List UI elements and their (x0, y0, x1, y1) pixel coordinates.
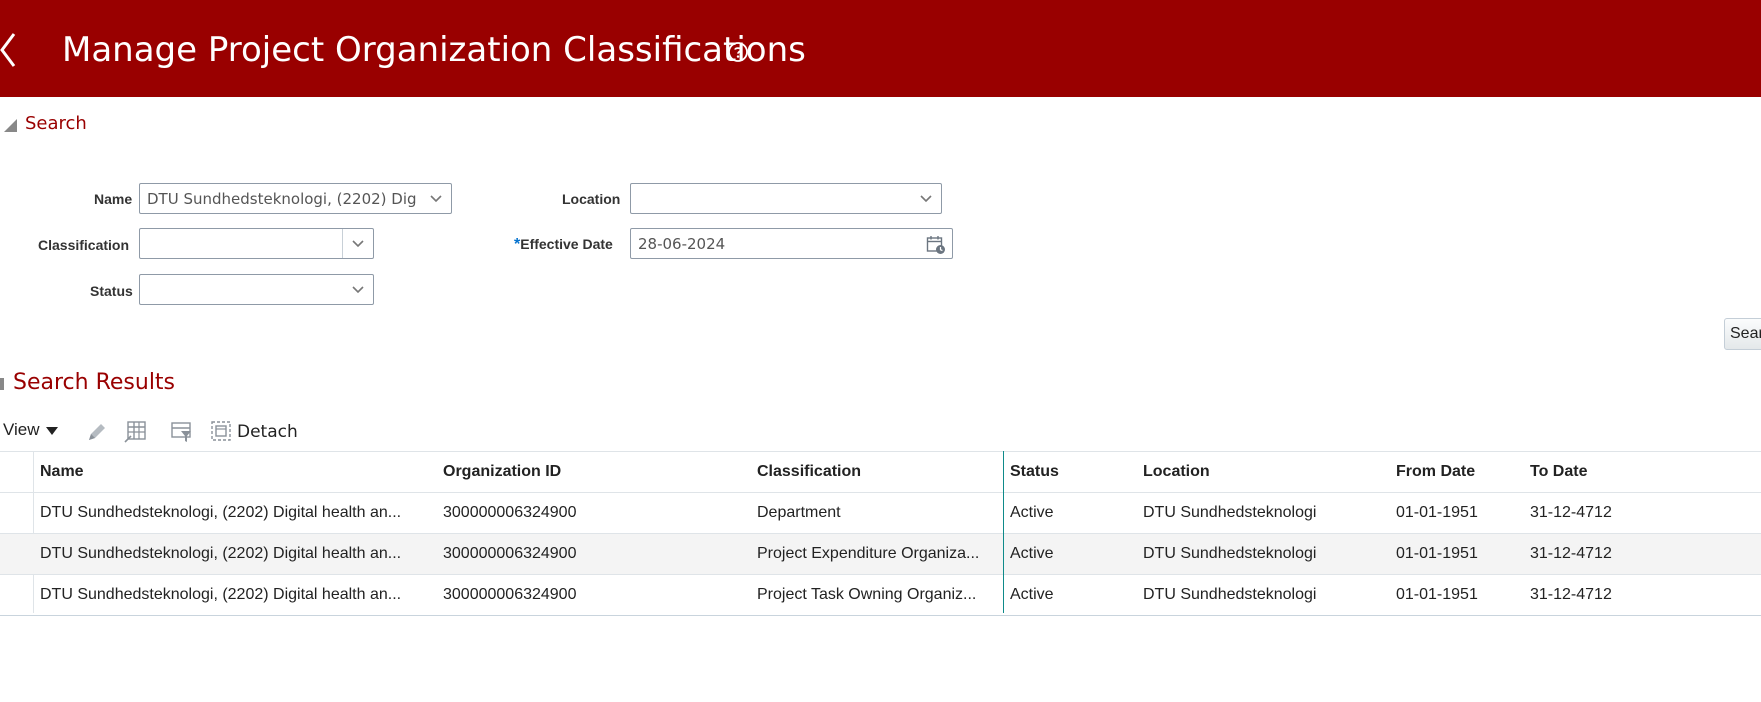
name-field-value: DTU Sundhedsteknologi, (2202) Digi (147, 190, 417, 208)
classification-label: Classification (38, 237, 130, 253)
collapse-triangle-icon (4, 119, 17, 132)
location-field[interactable] (630, 183, 942, 214)
cell-from-date: 01-01-1951 (1396, 504, 1478, 521)
classification-field[interactable] (139, 228, 374, 259)
calendar-icon[interactable] (926, 235, 946, 255)
cell-organization-id: 300000006324900 (443, 586, 577, 603)
cell-name: DTU Sundhedsteknologi, (2202) Digital he… (40, 504, 402, 521)
cell-classification: Project Task Owning Organiz... (757, 586, 977, 603)
column-header-from-date[interactable]: From Date (1396, 463, 1475, 481)
frozen-column-divider (1003, 451, 1004, 613)
chevron-down-icon[interactable] (351, 238, 365, 250)
status-label: Status (90, 283, 133, 299)
view-menu[interactable]: View (3, 420, 58, 440)
grid-border (0, 615, 1761, 616)
detach-icon (211, 421, 231, 441)
detach-label: Detach (237, 422, 298, 442)
cell-to-date: 31-12-4712 (1530, 586, 1612, 603)
edit-icon[interactable] (85, 420, 109, 444)
column-header-name[interactable]: Name (40, 463, 84, 481)
chevron-down-icon[interactable] (351, 284, 365, 296)
cell-classification: Department (757, 504, 841, 521)
table-row[interactable]: DTU Sundhedsteknologi, (2202) Digital he… (0, 534, 1761, 574)
results-table: Name Organization ID Classification Stat… (0, 451, 1761, 616)
cell-location: DTU Sundhedsteknologi (1143, 504, 1317, 521)
column-header-to-date[interactable]: To Date (1530, 463, 1587, 481)
page-title: Manage Project Organization Classificati… (62, 30, 806, 70)
cell-to-date: 31-12-4712 (1530, 504, 1612, 521)
field-divider (342, 229, 343, 258)
column-header-status[interactable]: Status (1010, 463, 1059, 481)
collapse-triangle-icon (0, 378, 4, 390)
name-label: Name (94, 191, 133, 207)
effective-date-field[interactable]: 28-06-2024 (630, 228, 953, 259)
cell-organization-id: 300000006324900 (443, 504, 577, 521)
table-row[interactable]: DTU Sundhedsteknologi, (2202) Digital he… (0, 493, 1761, 533)
column-header-location[interactable]: Location (1143, 463, 1210, 481)
cell-status: Active (1010, 586, 1054, 603)
effective-date-label: *Effective Date (514, 236, 613, 254)
cell-name: DTU Sundhedsteknologi, (2202) Digital he… (40, 586, 402, 603)
column-header-organization-id[interactable]: Organization ID (443, 463, 561, 481)
query-by-example-icon[interactable] (170, 420, 194, 444)
name-field[interactable]: DTU Sundhedsteknologi, (2202) Digi (139, 183, 452, 214)
freeze-columns-icon[interactable] (123, 420, 147, 444)
page-header: Manage Project Organization Classificati… (0, 0, 1761, 97)
chevron-down-icon[interactable] (919, 193, 933, 205)
cell-classification: Project Expenditure Organiza... (757, 545, 980, 562)
effective-date-label-text: Effective Date (520, 236, 613, 252)
status-field[interactable] (139, 274, 374, 305)
location-label: Location (562, 191, 621, 207)
cell-location: DTU Sundhedsteknologi (1143, 545, 1317, 562)
view-menu-label: View (3, 420, 40, 439)
grid-border (0, 451, 1761, 452)
cell-location: DTU Sundhedsteknologi (1143, 586, 1317, 603)
cell-name: DTU Sundhedsteknologi, (2202) Digital he… (40, 545, 402, 562)
cell-from-date: 01-01-1951 (1396, 586, 1478, 603)
cell-status: Active (1010, 504, 1054, 521)
search-results-label: Search Results (13, 370, 176, 395)
results-toolbar: View Detach (0, 418, 400, 446)
cell-organization-id: 300000006324900 (443, 545, 577, 562)
help-icon[interactable] (727, 41, 749, 63)
column-header-classification[interactable]: Classification (757, 463, 861, 481)
effective-date-value: 28-06-2024 (638, 235, 726, 253)
chevron-down-icon[interactable] (429, 193, 443, 205)
search-section-label: Search (25, 113, 87, 134)
cell-to-date: 31-12-4712 (1530, 545, 1612, 562)
table-row[interactable]: DTU Sundhedsteknologi, (2202) Digital he… (0, 575, 1761, 615)
search-button[interactable]: Sear (1724, 318, 1761, 350)
cell-from-date: 01-01-1951 (1396, 545, 1478, 562)
caret-down-icon (45, 426, 58, 435)
back-icon[interactable] (0, 28, 24, 72)
cell-status: Active (1010, 545, 1054, 562)
